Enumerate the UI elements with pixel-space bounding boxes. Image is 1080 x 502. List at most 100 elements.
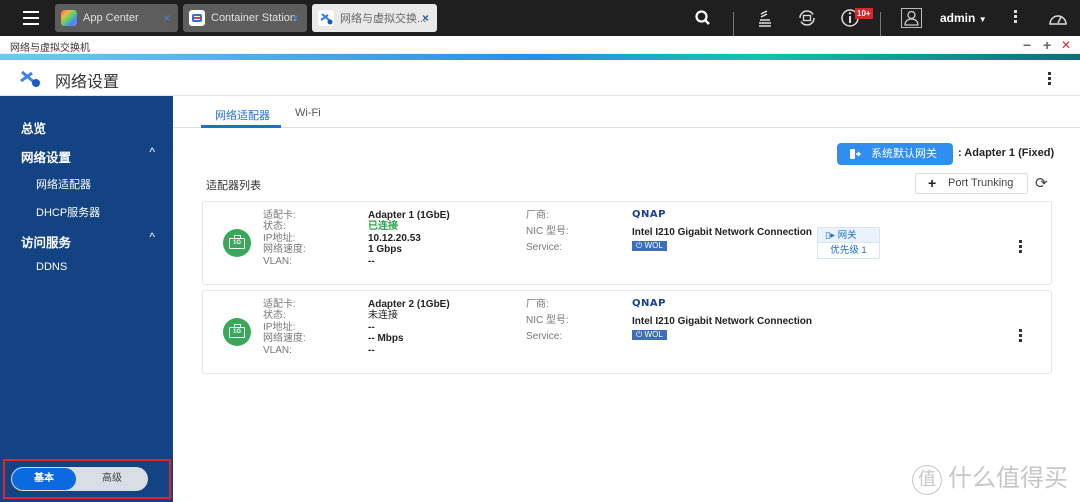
tab-container-station[interactable]: Container Station × (183, 4, 307, 32)
speed-badge: 1G (232, 329, 241, 335)
sidebar-item-label: DHCP服务器 (36, 207, 101, 219)
sidebar-item-network-adapters[interactable]: 网络适配器 (0, 170, 173, 196)
main-content: 网络适配器 Wi-Fi 系统默认网关 : Adapter 1 (Fixed) 适… (173, 96, 1080, 502)
window-title: 网络与虚拟交换机 (10, 43, 90, 54)
chevron-up-icon[interactable]: ^ (149, 230, 155, 244)
tab-network-switch[interactable]: 网络与虚拟交换... × (312, 4, 437, 32)
qnap-logo: QNAP (632, 298, 666, 309)
search-icon[interactable] (691, 6, 715, 30)
sidebar-item-network-settings[interactable]: 网络设置 ^ (0, 141, 173, 167)
close-icon[interactable]: × (163, 11, 170, 25)
watermark-logo-icon: 值 (912, 464, 942, 495)
chevron-up-icon[interactable]: ^ (149, 145, 155, 159)
app-header: 网络设置 (0, 60, 1080, 96)
nic-model: Intel I210 Gigabit Network Connection (632, 227, 813, 238)
mode-toggle[interactable]: 基本 高级 (11, 467, 148, 491)
sidebar-item-access-services[interactable]: 访问服务 ^ (0, 226, 173, 252)
close-window-button[interactable]: ✕ (1061, 36, 1071, 54)
label-nic-model: NIC 型号: (526, 226, 569, 238)
label-adapter: 适配卡: (263, 299, 296, 310)
app-center-icon (61, 10, 77, 26)
gateway-tag-label: 网关 (837, 230, 857, 241)
adapter-status: 未连接 (368, 310, 398, 322)
mode-toggle-highlight: 基本 高级 (3, 459, 171, 499)
sidebar-item-dhcp-server[interactable]: DHCP服务器 (0, 198, 173, 224)
close-icon[interactable]: × (292, 11, 299, 25)
adapter-vlan: -- (368, 255, 375, 267)
tab-bar: 网络适配器 Wi-Fi (173, 96, 1080, 128)
label-vlan: VLAN: (263, 344, 292, 356)
wol-badge: ⏻ WOL (632, 241, 667, 251)
window-titlebar: 网络与虚拟交换机 − + ✕ (0, 36, 1080, 54)
network-switch-icon (318, 10, 334, 26)
adapter-speed: -- Mbps (368, 333, 404, 345)
ethernet-port-icon: 1G (223, 229, 251, 257)
qnap-logo: QNAP (632, 209, 666, 220)
more-options-icon[interactable] (1014, 10, 1018, 25)
dashboard-icon[interactable] (1046, 6, 1070, 30)
tab-network-adapters[interactable]: 网络适配器 (215, 107, 270, 123)
label-vlan: VLAN: (263, 255, 292, 267)
label-vendor: 厂商: (526, 210, 549, 221)
ethernet-port-icon: 1G (223, 318, 251, 346)
port-trunking-label: Port Trunking (948, 177, 1014, 189)
mode-advanced[interactable]: 高级 (81, 467, 143, 491)
gateway-icon (850, 149, 861, 159)
label-status: 状态: (263, 221, 286, 233)
default-gateway-label: 系统默认网关 (871, 148, 937, 160)
gateway-tag: ▯▸ 网关 优先级 1 (817, 227, 880, 259)
watermark-text: 什么值得买 (948, 465, 1068, 492)
field-labels-right: 厂商: NIC 型号: Service: (526, 210, 569, 253)
adapter-status: 已连接 (368, 221, 398, 233)
adapter-name: Adapter 2 (1GbE) (368, 299, 450, 310)
field-labels: 适配卡: 状态: IP地址: 网络速度: VLAN: (263, 210, 306, 267)
plus-icon: + (928, 175, 937, 191)
adapter-speed: 1 Gbps (368, 244, 402, 256)
label-nic-model: NIC 型号: (526, 315, 569, 327)
hamburger-icon-line (23, 23, 39, 25)
active-tab-indicator (201, 125, 281, 128)
adapter-vlan: -- (368, 344, 375, 356)
adapter-card[interactable]: 1G 适配卡: 状态: IP地址: 网络速度: VLAN: Adapter 2 … (202, 290, 1052, 374)
divider (880, 12, 881, 36)
sidebar-item-label: 网络设置 (21, 151, 72, 165)
sidebar-item-ddns[interactable]: DDNS (0, 255, 173, 281)
port-trunking-button[interactable]: + Port Trunking (915, 173, 1028, 194)
adapter-card[interactable]: 1G 适配卡: 状态: IP地址: 网络速度: VLAN: Adapter 1 … (202, 201, 1052, 285)
username: admin (940, 11, 976, 25)
taskbar: App Center × Container Station × 网络与虚拟交换… (0, 0, 1080, 36)
label-vendor: 厂商: (526, 299, 549, 310)
label-status: 状态: (263, 310, 286, 322)
mode-basic[interactable]: 基本 (12, 468, 76, 490)
tab-wifi[interactable]: Wi-Fi (295, 107, 321, 119)
tab-app-center[interactable]: App Center × (55, 4, 178, 32)
sidebar-item-label: DDNS (36, 261, 68, 273)
minimize-button[interactable]: − (1023, 36, 1031, 54)
user-menu[interactable]: admin ▼ (940, 11, 987, 25)
refresh-icon[interactable]: ⟳ (1035, 174, 1048, 192)
sync-icon[interactable] (795, 6, 819, 30)
caret-down-icon: ▼ (978, 15, 987, 24)
adapter-list-title: 适配器列表 (206, 180, 261, 192)
main-menu-button[interactable] (16, 5, 46, 31)
adapter-options-icon[interactable] (1019, 240, 1023, 255)
divider (733, 12, 734, 36)
label-service: Service: (526, 241, 563, 253)
hamburger-icon (23, 11, 39, 13)
hamburger-icon-line (23, 17, 39, 19)
field-values: Adapter 1 (1GbE) 已连接 10.12.20.53 1 Gbps … (368, 210, 450, 267)
close-icon[interactable]: × (422, 11, 429, 25)
background-tasks-icon[interactable] (753, 6, 777, 30)
default-gateway-button[interactable]: 系统默认网关 (837, 143, 953, 165)
adapter-options-icon[interactable] (1019, 329, 1023, 344)
network-settings-icon (18, 68, 42, 88)
label-ip: IP地址: (263, 321, 296, 333)
wol-badge: ⏻ WOL (632, 330, 667, 340)
user-avatar-icon[interactable] (901, 8, 922, 28)
maximize-button[interactable]: + (1043, 36, 1051, 54)
notification-badge: 10+ (855, 8, 873, 19)
app-more-options-icon[interactable] (1048, 72, 1052, 87)
nic-model: Intel I210 Gigabit Network Connection (632, 316, 813, 327)
container-station-icon (189, 10, 205, 26)
sidebar-item-overview[interactable]: 总览 (0, 112, 173, 138)
